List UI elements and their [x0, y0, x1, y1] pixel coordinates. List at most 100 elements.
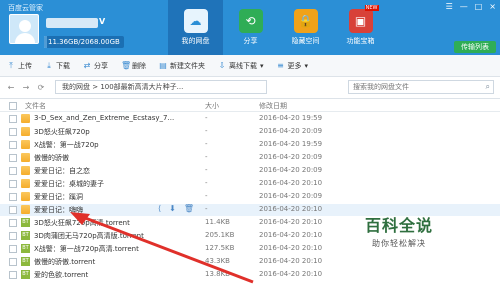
- download-button[interactable]: ⤓ 下载: [45, 61, 70, 71]
- file-date: 2016-04-20 20:10: [259, 270, 323, 278]
- row-checkbox[interactable]: [9, 219, 17, 227]
- folder-icon: [21, 114, 30, 123]
- folder-icon: [21, 205, 30, 214]
- file-date: 2016-04-20 20:10: [259, 244, 323, 252]
- transfer-list-button[interactable]: 传输列表: [454, 41, 496, 53]
- row-checkbox[interactable]: [9, 258, 17, 266]
- nav-hidden-space[interactable]: 🔒 隐藏空间: [278, 0, 333, 55]
- row-checkbox[interactable]: [9, 271, 17, 279]
- top-nav: ☁ 我的网盘 ⟲ 分享 🔒 隐藏空间 ▣ 功能宝箱: [168, 0, 388, 55]
- row-checkbox[interactable]: [9, 167, 17, 175]
- upload-button[interactable]: ⤒ 上传: [7, 61, 32, 71]
- share-button[interactable]: ⇄ 分享: [83, 61, 108, 71]
- file-date: 2016-04-20 20:10: [259, 205, 323, 213]
- select-all-checkbox[interactable]: [9, 102, 17, 110]
- row-checkbox[interactable]: [9, 245, 17, 253]
- download-icon: ⤓: [47, 60, 51, 70]
- nav-share[interactable]: ⟲ 分享: [223, 0, 278, 55]
- search-icon[interactable]: ⌕: [486, 82, 490, 92]
- share-icon: ⇄: [83, 61, 91, 70]
- username-blurred: [46, 18, 98, 28]
- row-checkbox[interactable]: [9, 180, 17, 188]
- nav-label: 我的网盘: [181, 37, 210, 45]
- window-controls: ☰ — □ ×: [446, 2, 496, 11]
- column-date[interactable]: 修改日期: [259, 101, 287, 111]
- offline-download-button[interactable]: ⇩ 离线下载 ▾: [218, 61, 264, 71]
- torrent-file-icon: BT: [21, 231, 30, 240]
- storage-quota: 11.36GB/2068.00GB: [44, 36, 124, 48]
- file-date: 2016-04-20 20:09: [259, 127, 323, 135]
- nav-toolbox[interactable]: ▣ 功能宝箱: [333, 0, 388, 55]
- search-input[interactable]: [349, 81, 477, 93]
- row-checkbox[interactable]: [9, 232, 17, 240]
- table-row[interactable]: 傲慢的骄傲 - 2016-04-20 20:09: [0, 152, 500, 164]
- chevron-down-icon: ▾: [260, 61, 264, 70]
- table-row[interactable]: 3-D_Sex_and_Zen_Extreme_Ecstasy_7... - 201…: [0, 113, 500, 125]
- file-size: -: [205, 166, 208, 174]
- minimize-icon[interactable]: —: [460, 2, 468, 11]
- folder-icon: [21, 153, 30, 162]
- forward-icon[interactable]: →: [21, 83, 31, 92]
- upload-icon: ⤒: [9, 60, 13, 70]
- file-name: 3D怒火狂飙720p: [34, 128, 90, 136]
- torrent-file-icon: BT: [21, 244, 30, 253]
- file-date: 2016-04-20 20:10: [259, 231, 323, 239]
- file-date: 2016-04-20 20:09: [259, 153, 323, 161]
- delete-button[interactable]: 🗑 删除: [121, 61, 146, 71]
- new-folder-icon: ▤: [159, 61, 167, 70]
- row-checkbox[interactable]: [9, 206, 17, 214]
- row-checkbox[interactable]: [9, 141, 17, 149]
- watermark-title: 百科全说: [365, 216, 434, 235]
- new-folder-button[interactable]: ▤ 新建文件夹: [159, 61, 205, 71]
- offline-download-icon: ⇩: [218, 61, 226, 70]
- file-size: -: [205, 140, 208, 148]
- close-icon[interactable]: ×: [489, 2, 496, 11]
- table-row[interactable]: 爱爱日记：桌城的妻子 - 2016-04-20 20:10: [0, 178, 500, 190]
- folder-icon: [21, 127, 30, 136]
- table-row[interactable]: 3D怒火狂飙720p - 2016-04-20 20:09: [0, 126, 500, 138]
- watermark-subtitle: 助你轻松解决: [372, 239, 426, 248]
- table-row[interactable]: 爱爱日记：自之恋 - 2016-04-20 20:09: [0, 165, 500, 177]
- chevron-down-icon: ▾: [304, 61, 309, 70]
- row-checkbox[interactable]: [9, 128, 17, 136]
- folder-icon: [21, 140, 30, 149]
- row-checkbox[interactable]: [9, 193, 17, 201]
- app-title: 百度云管家: [8, 4, 43, 12]
- back-icon[interactable]: ←: [6, 83, 16, 92]
- more-button[interactable]: ≡ 更多 ▾: [277, 61, 309, 71]
- file-name: 爱爱日记：蹊洞: [34, 193, 83, 201]
- upload-label: 上传: [18, 61, 32, 70]
- maximize-icon[interactable]: □: [475, 2, 483, 11]
- table-row[interactable]: 爱爱日记：蹊洞 - 2016-04-20 20:09: [0, 191, 500, 203]
- file-size: -: [205, 114, 208, 122]
- vault-icon: 🔒: [293, 9, 318, 33]
- file-date: 2016-04-20 19:59: [259, 114, 323, 122]
- nav-my-cloud[interactable]: ☁ 我的网盘: [168, 0, 223, 55]
- file-name: 傲慢的骄傲: [34, 154, 69, 162]
- share-icon: ⟲: [238, 9, 263, 33]
- delete-icon: 🗑: [121, 61, 132, 70]
- file-date: 2016-04-20 20:10: [259, 257, 323, 265]
- file-date: 2016-04-20 19:59: [259, 140, 323, 148]
- table-row[interactable]: X战警：第一战720p - 2016-04-20 19:59: [0, 139, 500, 151]
- menu-icon[interactable]: ☰: [446, 2, 453, 11]
- nav-label: 功能宝箱: [346, 37, 375, 45]
- row-checkbox[interactable]: [9, 115, 17, 123]
- avatar[interactable]: [9, 14, 39, 44]
- new-folder-label: 新建文件夹: [170, 61, 205, 70]
- breadcrumb[interactable]: 我的网盘 > 100部最新高清大片种子...: [55, 80, 267, 94]
- store-icon: ▣: [348, 5, 379, 33]
- red-annotation-arrow: [70, 212, 254, 284]
- column-filename[interactable]: 文件名: [25, 101, 46, 111]
- more-icon: ≡: [277, 61, 284, 70]
- folder-icon: [21, 192, 30, 201]
- share-label: 分享: [94, 61, 108, 70]
- column-size[interactable]: 大小: [205, 101, 219, 111]
- path-search: ⌕: [348, 80, 494, 94]
- refresh-icon[interactable]: ⟳: [36, 83, 46, 92]
- quota-fill: [44, 36, 48, 48]
- row-checkbox[interactable]: [9, 154, 17, 162]
- file-name: 爱爱日记：桌城的妻子: [34, 180, 104, 188]
- file-date: 2016-04-20 20:09: [259, 192, 323, 200]
- cloud-icon: ☁: [183, 9, 208, 33]
